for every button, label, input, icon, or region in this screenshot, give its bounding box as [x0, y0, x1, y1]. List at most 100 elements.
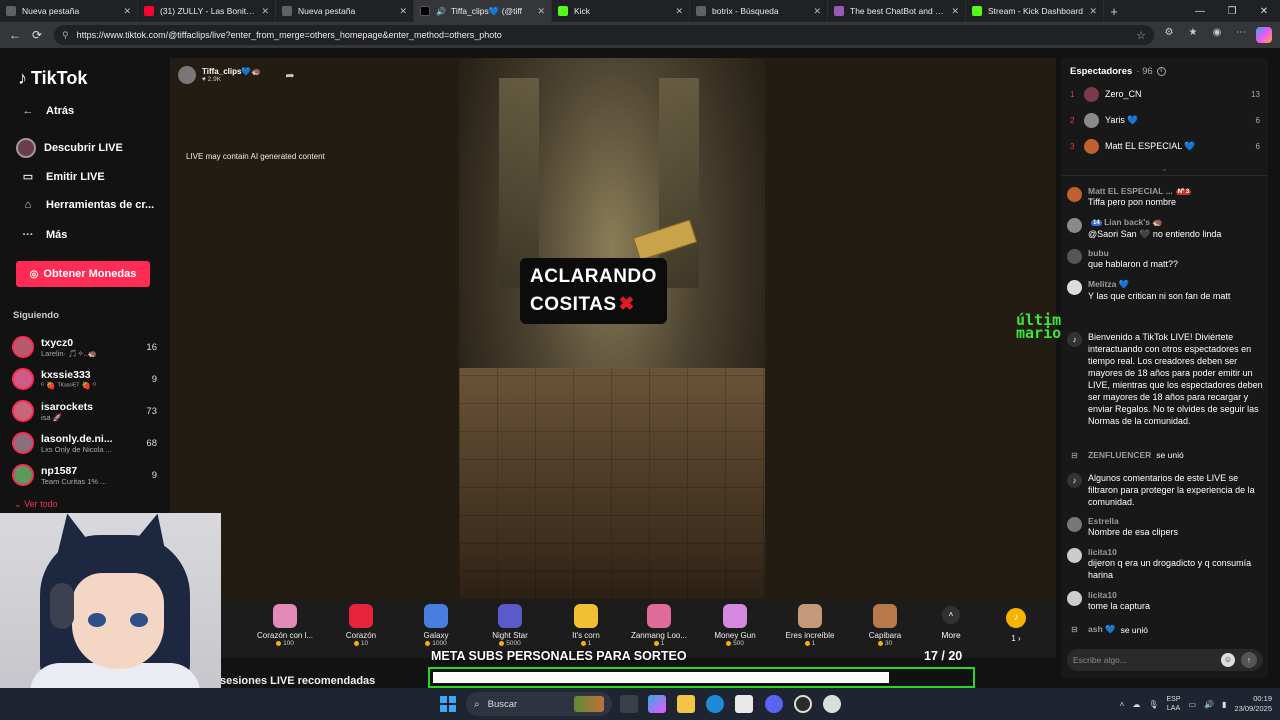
task-view-icon[interactable] [620, 695, 638, 713]
following-item[interactable]: lasonly.de.ni... Lxs Only de Nicola ... 68 [12, 429, 157, 457]
top-viewer-row[interactable]: 2 Yaris 💙 6 [1070, 111, 1260, 129]
back-link[interactable]: ← Atrás [18, 105, 75, 117]
maximize-icon[interactable]: ❐ [1216, 6, 1248, 17]
window-controls: — ❐ ✕ [1184, 0, 1280, 22]
url-bar[interactable]: ⚲ https://www.tiktok.com/@tiffaclips/liv… [54, 25, 1154, 45]
see-all-link[interactable]: ⌄ Ver todo [14, 499, 58, 510]
browser-tab[interactable]: Stream - Kick Dashboard ✕ [966, 0, 1104, 22]
clock[interactable]: 00:19 23/09/2025 [1234, 694, 1272, 714]
following-item[interactable]: txycz0 Larelin· 🎵✧..🦔 16 [12, 333, 157, 361]
copilot-icon[interactable] [1256, 27, 1272, 43]
tiktok-coin-icon: ♪ [1006, 608, 1026, 628]
browser-tab[interactable]: Nueva pestaña ✕ [0, 0, 138, 22]
close-tab-icon[interactable]: ✕ [675, 6, 683, 17]
nav-discover-live[interactable]: Descubrir LIVE [16, 138, 123, 158]
chat-message[interactable]: 14 Lian back's 🦔 @Saori San 🖤 no entiendo… [1067, 217, 1263, 240]
host-info[interactable]: Tiffa_clips💙🦔 ♥ 2.9K ➦ [178, 66, 295, 84]
media-player-icon[interactable] [823, 695, 841, 713]
favorites-icon[interactable]: ★ [1184, 27, 1202, 43]
browser-tab[interactable]: Nueva pestaña ✕ [276, 0, 414, 22]
chevron-down-icon[interactable]: ⌄ [1161, 164, 1168, 173]
top-viewer-row[interactable]: 1 Zero_CN 13 [1070, 85, 1260, 103]
close-tab-icon[interactable]: ✕ [813, 6, 821, 17]
following-item[interactable]: kxssie333 ⁰ 🍓 ᵀᴷᵃˢˢⁱᴱᵀ 🍓 ⁰9 [12, 365, 157, 393]
chevron-up-icon[interactable]: ˄ [1120, 700, 1125, 709]
minimize-icon[interactable]: — [1184, 6, 1216, 17]
nav-more[interactable]: ··· Más [18, 229, 68, 241]
camera-icon: ▭ [22, 171, 34, 183]
edge-icon[interactable] [706, 695, 724, 713]
botrix-icon [834, 6, 844, 16]
gift-item[interactable]: Corazón 10 [326, 604, 396, 647]
headset-icon [50, 583, 74, 629]
menu-dots-icon[interactable]: ⋯ [1232, 27, 1250, 43]
back-arrow-icon[interactable]: ← [4, 28, 26, 42]
copilot-icon[interactable] [648, 695, 666, 713]
volume-icon[interactable]: 🔊 [1204, 700, 1214, 709]
new-tab-button[interactable]: + [1104, 4, 1124, 19]
following-item[interactable]: np1587 Team Curitas 1% ... 9 [12, 461, 157, 489]
gift-item[interactable]: Eres increíble 1 [775, 604, 845, 647]
microphone-icon[interactable]: 🎙 [1148, 700, 1158, 709]
browser-tab-active[interactable]: 🔊 Tiffa_clips💙 (@tiff ✕ [414, 0, 552, 22]
chat-message[interactable]: Matt EL ESPECIAL ... Nº 3 Tiffa pero pon n… [1067, 186, 1263, 208]
close-tab-icon[interactable]: ✕ [537, 6, 545, 17]
close-tab-icon[interactable]: ✕ [951, 6, 959, 17]
share-icon[interactable]: ➦ [285, 69, 294, 82]
chat-message[interactable]: Melitza 💙 Y las que critican ni son fan d… [1067, 279, 1263, 302]
discord-icon[interactable] [765, 695, 783, 713]
browser-tab[interactable]: Kick ✕ [552, 0, 690, 22]
close-window-icon[interactable]: ✕ [1248, 6, 1280, 17]
tiktok-logo[interactable]: ♪ TikTok [18, 68, 87, 89]
more-gifts-button[interactable]: ˄ More [936, 606, 966, 640]
get-coins-button[interactable]: ◎ Obtener Monedas [16, 261, 150, 287]
speaker-icon[interactable]: 🔊 [436, 7, 446, 16]
coin-balance-button[interactable]: ♪ 1 › [1000, 608, 1032, 643]
reload-icon[interactable]: ⟳ [26, 28, 48, 42]
windows-start-icon[interactable] [440, 696, 456, 712]
obs-icon[interactable] [794, 695, 812, 713]
viewers-header[interactable]: Espectadores · 96 i [1070, 66, 1166, 77]
gift-item[interactable]: Zanmang Loo... 1 [624, 604, 694, 647]
onedrive-icon[interactable]: ☁ [1132, 700, 1140, 709]
browser-tab[interactable]: The best ChatBot and Widg ✕ [828, 0, 966, 22]
close-tab-icon[interactable]: ✕ [261, 6, 269, 17]
site-info-icon[interactable]: ⚲ [62, 30, 69, 41]
send-arrow-icon[interactable]: ↑ [1241, 652, 1257, 668]
close-tab-icon[interactable]: ✕ [1089, 6, 1097, 17]
bookmark-star-icon[interactable]: ☆ [1136, 29, 1146, 42]
browser-tab[interactable]: botrix - Búsqueda ✕ [690, 0, 828, 22]
close-tab-icon[interactable]: ✕ [399, 6, 407, 17]
chat-message[interactable]: bubu que hablaron d matt?? [1067, 248, 1263, 270]
taskbar-search[interactable]: ⌕ Buscar [466, 692, 612, 716]
gift-item[interactable]: Money Gun 500 [700, 604, 770, 647]
browser-tab[interactable]: (31) ZULLY - Las Bonitas con✕ [138, 0, 276, 22]
emoji-icon[interactable]: ☺ [1221, 653, 1235, 667]
following-item[interactable]: isarockets isa 🚀 73 [12, 397, 157, 425]
close-tab-icon[interactable]: ✕ [123, 6, 131, 17]
gift-item[interactable]: It's corn 1 [551, 604, 621, 647]
file-explorer-icon[interactable] [677, 695, 695, 713]
gift-item[interactable]: Galaxy 1000 [401, 604, 471, 647]
store-icon[interactable] [735, 695, 753, 713]
gift-item[interactable]: Capibara 30 [850, 604, 920, 647]
profile-avatar-icon[interactable]: ◉ [1208, 27, 1226, 43]
gift-item[interactable]: Corazón con l... 100 [250, 604, 320, 647]
extensions-icon[interactable]: ⚙ [1160, 27, 1178, 43]
chat-input[interactable]: Escribe algo... ☺ ↑ [1067, 649, 1263, 671]
chat-message[interactable]: Estrella Nombre de esa clipers [1067, 516, 1263, 538]
info-icon[interactable]: i [1156, 67, 1166, 76]
input-language[interactable]: ESP LAA [1167, 695, 1181, 713]
nav-creator-tools[interactable]: ⌂ Herramientas de cr... [18, 199, 155, 211]
nav-go-live[interactable]: ▭ Emitir LIVE [18, 170, 105, 184]
host-avatar[interactable] [178, 66, 196, 84]
video-frame[interactable] [459, 58, 765, 600]
chat-message[interactable]: licita10 tome la captura [1067, 590, 1263, 612]
top-viewer-row[interactable]: 3 Matt EL ESPECIAL 💙 6 [1070, 137, 1260, 155]
network-icon[interactable]: ▭ [1189, 700, 1197, 709]
gift-item[interactable]: Night Star 5000 [475, 604, 545, 647]
system-tray: ˄ ☁ 🎙 ESP LAA ▭ 🔊 ▮ 00:19 23/09/2025 [1120, 688, 1272, 720]
battery-icon[interactable]: ▮ [1222, 700, 1226, 709]
live-stream-stage[interactable]: ACLARANDO COSITAS ✖ Tiffa_clips💙🦔 ♥ 2.9K … [170, 58, 1056, 600]
chat-message[interactable]: licita10 dijeron q era un drogadicto y q … [1067, 547, 1263, 581]
